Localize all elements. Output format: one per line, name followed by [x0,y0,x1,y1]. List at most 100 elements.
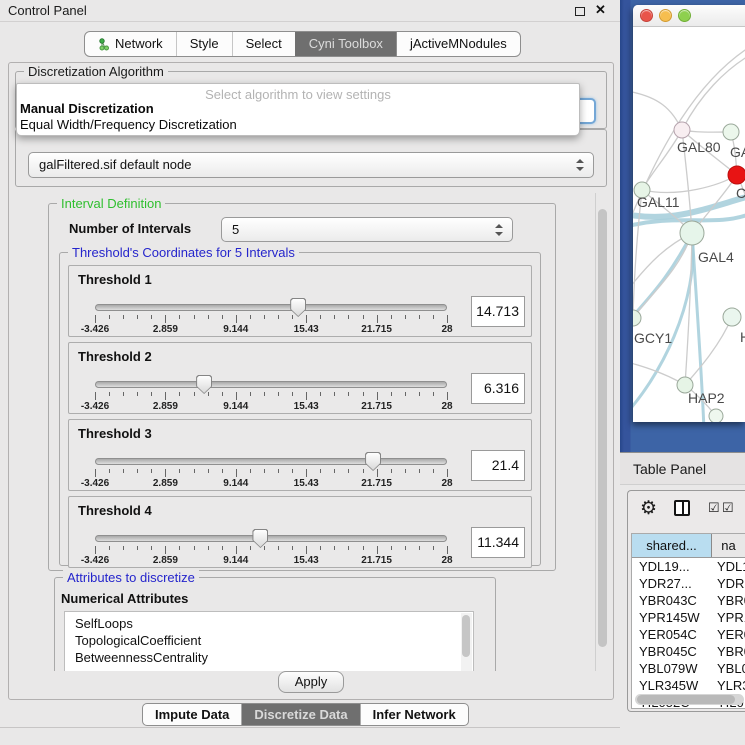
gear-icon[interactable]: ⚙ [640,497,657,520]
slider-track[interactable] [95,458,447,465]
tick-mark [179,392,180,396]
slider-track[interactable] [95,381,447,388]
tick-mark [123,469,124,473]
table-row[interactable]: YER054CYER0 [632,626,745,643]
network-node-label: C [736,185,745,201]
zoom-traffic-light-icon[interactable] [678,9,691,22]
threshold-value-field[interactable]: 11.344 [471,527,525,558]
minimize-traffic-light-icon[interactable] [659,9,672,22]
tick-mark [334,392,335,396]
screen: Control Panel ✕ NetworkStyleSelectCyni T… [0,0,745,745]
dropdown-placeholder: Select algorithm to view settings [17,84,579,101]
interval-definition-group: Interval Definition Number of Intervals … [48,203,556,571]
tab-network[interactable]: Network [85,32,176,56]
tick-label: 15.43 [294,324,319,335]
column-view-icon[interactable] [674,500,690,516]
tick-label: 2.859 [153,555,178,566]
table-horizontal-scrollbar[interactable] [635,694,744,705]
threshold-value-field[interactable]: 6.316 [471,373,525,404]
attributes-list-scrollbar[interactable] [461,613,472,671]
tick-mark [433,469,434,473]
slider-track[interactable] [95,535,447,542]
threshold-panel: Threshold 2-3.4262.8599.14415.4321.71528… [68,342,532,414]
checkbox-checked-icon[interactable]: ☑ [708,503,720,513]
tick-mark [391,392,392,396]
threshold-value-field[interactable]: 14.713 [471,296,525,327]
float-window-icon[interactable] [575,7,585,16]
attribute-list-item[interactable]: BetweennessCentrality [75,649,473,666]
attributes-list[interactable]: SelfLoopsTopologicalCoefficientBetweenne… [64,611,474,671]
network-node-label: GAL4 [698,249,734,265]
tick-mark [405,469,406,473]
tick-mark [264,469,265,473]
threshold-label: Threshold 3 [78,426,152,441]
tab-jactivemnodules[interactable]: jActiveMNodules [396,32,520,56]
checkbox-checked-icon[interactable]: ☑ [722,503,734,513]
table-row[interactable]: YBL079WYBL0 [632,660,745,677]
tick-mark [377,546,378,554]
network-node [633,310,641,326]
slider[interactable]: -3.4262.8599.14415.4321.71528 [95,458,447,488]
numerical-attributes-label: Numerical Attributes [61,591,188,606]
tab-impute-data[interactable]: Impute Data [143,704,241,725]
tick-mark [208,315,209,319]
dropdown-option[interactable]: Manual Discretization [17,101,579,117]
number-of-intervals-combobox[interactable]: 5 [221,217,513,242]
table-column-header[interactable]: shared... [632,534,712,557]
slider-tick-labels: -3.4262.8599.14415.4321.71528 [95,555,447,566]
table-row[interactable]: YDR27...YDR2 [632,575,745,592]
tick-mark [278,469,279,473]
tick-mark [264,315,265,319]
tick-mark [179,546,180,550]
table-cell: YBL0 [712,660,745,677]
tick-mark [348,546,349,550]
tick-mark [95,469,96,477]
tab-select[interactable]: Select [232,32,295,56]
tick-label: 9.144 [223,324,248,335]
table-column-header[interactable]: na [712,534,745,557]
slider-ticks [95,546,447,555]
tab-infer-network[interactable]: Infer Network [360,704,468,725]
network-node-label: GCY1 [634,330,672,346]
tick-label: 9.144 [223,478,248,489]
network-edge [642,175,737,192]
tick-mark [208,546,209,550]
slider[interactable]: -3.4262.8599.14415.4321.71528 [95,381,447,411]
table-row[interactable]: YBR043CYBR0 [632,592,745,609]
tick-label: 28 [441,324,452,335]
tick-mark [292,546,293,550]
slider[interactable]: -3.4262.8599.14415.4321.71528 [95,535,447,565]
node-table: shared...na YDL19...YDL1YDR27...YDR2YBR0… [631,533,745,709]
table-row[interactable]: YPR145WYPR1 [632,609,745,626]
threshold-value-field[interactable]: 21.4 [471,450,525,481]
tick-mark [151,392,152,396]
apply-button[interactable]: Apply [278,671,344,693]
attribute-list-item[interactable]: TopologicalCoefficient [75,632,473,649]
panel-title: Control Panel [8,3,87,18]
table-row[interactable]: YLR345WYLR3 [632,677,745,694]
tick-mark [264,392,265,396]
table-row[interactable]: YDL19...YDL1 [632,558,745,575]
tab-discretize-data[interactable]: Discretize Data [241,704,359,725]
network-canvas[interactable]: GAL80GACGAL11GAL4GCY1HHAP2 [633,27,745,422]
slider[interactable]: -3.4262.8599.14415.4321.71528 [95,304,447,334]
tick-mark [95,315,96,323]
tick-label: 15.43 [294,555,319,566]
tick-mark [320,546,321,550]
table-data-combobox[interactable]: galFiltered.sif default node [28,152,594,178]
slider-track[interactable] [95,304,447,311]
close-icon[interactable]: ✕ [595,2,606,18]
attribute-list-item[interactable]: SelfLoops [75,615,473,632]
tab-style[interactable]: Style [176,32,232,56]
settings-vertical-scrollbar[interactable] [595,193,609,671]
tab-cyni-toolbox[interactable]: Cyni Toolbox [295,32,396,56]
slider-tick-labels: -3.4262.8599.14415.4321.71528 [95,324,447,335]
table-row[interactable]: YBR045CYBR0 [632,643,745,660]
right-panel: GAL80GACGAL11GAL4GCY1HHAP2 Table Panel ⚙… [620,0,745,745]
tick-mark [278,546,279,550]
slider-ticks [95,315,447,324]
close-traffic-light-icon[interactable] [640,9,653,22]
tick-mark [109,392,110,396]
table-cell: YBL079W [632,660,712,677]
dropdown-option[interactable]: Equal Width/Frequency Discretization [17,117,579,133]
